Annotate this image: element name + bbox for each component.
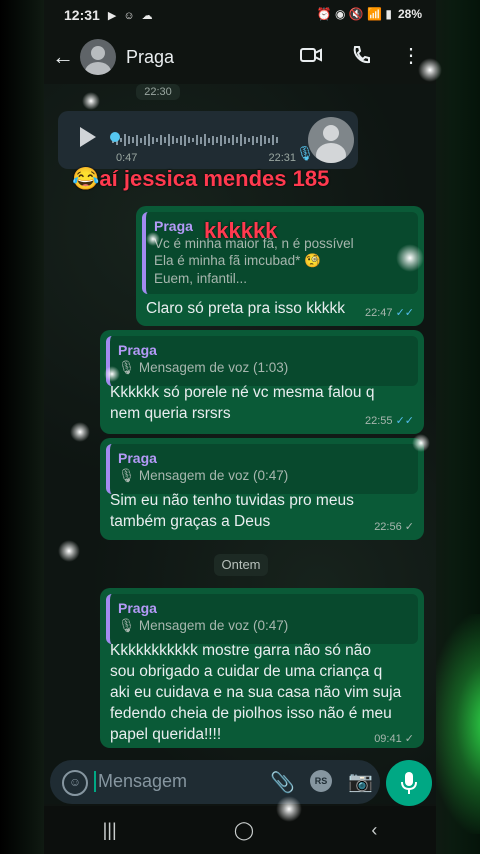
message-meta: 22:47 ✓✓ xyxy=(365,306,414,319)
phone-screen: 12:31 ▶ ☺ ☁ ⏰ ◉ 🔇 📶 ▮ 28% ← Praga ⋮ 22:3… xyxy=(44,0,436,854)
green-glow xyxy=(430,614,480,834)
contact-name[interactable]: Praga xyxy=(126,47,174,68)
text-line: papel querida!!!! xyxy=(110,726,222,743)
message-bubble-4[interactable]: Praga 🎙 Mensagem de voz (0:47) Kkkkkkkkk… xyxy=(100,588,424,748)
overlay-laugh: kkkkkk xyxy=(204,218,278,243)
message-time: 22:56 xyxy=(374,521,402,533)
quoted-message[interactable]: Praga Vc é minha maior fã, n é possível … xyxy=(142,212,418,294)
message-time: 22:55 xyxy=(364,415,393,427)
chat-header: ← Praga ⋮ xyxy=(44,30,436,84)
home-icon[interactable]: ◯ xyxy=(234,820,254,841)
message-text: Kkkkkkkkkkk mostre garra não só não sou … xyxy=(110,640,414,745)
text-line: Kkkkkk só porele né vc mesma falou q xyxy=(110,384,375,401)
message-time: 22:47 xyxy=(364,307,393,319)
back-icon[interactable]: ‹ xyxy=(371,820,377,841)
message-list: 22:30 0:47 22:31 🎙 😂aí jessica mendes 18… xyxy=(44,84,436,754)
time-pill: 22:30 xyxy=(136,84,180,100)
sparkle xyxy=(418,58,442,82)
message-bubble-2[interactable]: Praga 🎙 Mensagem de voz (1:03) Kkkkkk só… xyxy=(100,330,424,434)
quote-author: Praga xyxy=(118,342,157,358)
status-right: ⏰ ◉ 🔇 📶 ▮ 28% xyxy=(317,7,422,21)
voice-record-button[interactable] xyxy=(386,760,432,806)
message-text: Sim eu não tenho tuvidas pro meus também… xyxy=(110,490,414,532)
message-meta: 09:41 ✓ xyxy=(374,732,414,745)
sparkle xyxy=(276,796,302,822)
voice-message[interactable]: 0:47 22:31 🎙 xyxy=(58,111,358,169)
sparkle xyxy=(146,232,160,246)
message-composer: ☺ Mensagem 📎 RS 📷 xyxy=(50,760,380,804)
text-line: Kkkkkkkkkkk mostre garra não só não xyxy=(110,642,372,659)
recents-icon[interactable]: ||| xyxy=(103,820,117,841)
text-line: aki eu cuidava e na sua casa não vim suj… xyxy=(110,684,402,701)
date-separator: Ontem xyxy=(214,554,268,576)
read-ticks-icon: ✓✓ xyxy=(395,415,414,427)
header-actions: ⋮ xyxy=(300,44,422,67)
quoted-message[interactable]: Praga 🎙 Mensagem de voz (1:03) xyxy=(106,336,418,386)
message-meta: 22:56 ✓ xyxy=(374,520,414,533)
quote-line: Euem, infantil... xyxy=(154,271,248,286)
read-ticks-icon: ✓✓ xyxy=(395,307,414,319)
message-bubble-3[interactable]: Praga 🎙 Mensagem de voz (0:47) Sim eu nã… xyxy=(100,438,424,540)
text-line: sou obrigado a cuidar de uma criança q xyxy=(110,663,383,680)
emoji-icon[interactable]: ☺ xyxy=(62,770,88,796)
quote-author: Praga xyxy=(154,218,193,234)
sparkle xyxy=(58,540,80,562)
quote-author: Praga xyxy=(118,450,157,466)
quoted-message[interactable]: Praga 🎙 Mensagem de voz (0:47) xyxy=(106,594,418,644)
voice-time: 22:31 xyxy=(268,152,296,164)
sparkle xyxy=(412,434,430,452)
quoted-message[interactable]: Praga 🎙 Mensagem de voz (0:47) xyxy=(106,444,418,494)
text-line: também graças a Deus xyxy=(110,513,271,530)
system-nav-bar: ||| ◯ ‹ xyxy=(44,806,436,854)
text-line: Sim eu não tenho tuvidas pro meus xyxy=(110,492,354,509)
video-call-icon[interactable] xyxy=(300,44,322,66)
left-frame xyxy=(0,0,44,854)
voice-sender-avatar xyxy=(308,117,354,163)
message-input[interactable]: Mensagem xyxy=(94,771,187,792)
progress-dot[interactable] xyxy=(110,132,120,142)
attach-icon[interactable]: 📎 xyxy=(270,770,295,795)
waveform[interactable] xyxy=(112,133,288,147)
status-time: 12:31 xyxy=(64,7,100,23)
sparkle xyxy=(396,244,424,272)
contact-avatar[interactable] xyxy=(80,39,116,75)
screen: 12:31 ▶ ☺ ☁ ⏰ ◉ 🔇 📶 ▮ 28% ← Praga ⋮ 22:3… xyxy=(0,0,480,854)
mic-icon: 🎙 xyxy=(296,145,314,161)
more-options-icon[interactable]: ⋮ xyxy=(400,44,422,67)
battery-percent: 28% xyxy=(397,7,422,21)
quote-line: 🎙 Mensagem de voz (0:47) xyxy=(118,468,289,483)
sparkle xyxy=(104,366,120,382)
quote-line: Vc é minha maior fã, n é possível xyxy=(154,236,354,251)
quote-line: 🎙 Mensagem de voz (1:03) xyxy=(118,360,289,375)
message-meta: 22:55 ✓✓ xyxy=(365,414,414,427)
camera-icon[interactable]: 📷 xyxy=(348,769,373,794)
message-time: 09:41 xyxy=(374,733,402,745)
sparkle xyxy=(70,422,90,442)
voice-call-icon[interactable] xyxy=(350,44,372,66)
rs-payment-icon[interactable]: RS xyxy=(310,770,332,792)
voice-duration: 0:47 xyxy=(116,152,138,164)
status-bar: 12:31 ▶ ☺ ☁ ⏰ ◉ 🔇 📶 ▮ 28% xyxy=(44,0,436,30)
sent-tick-icon: ✓ xyxy=(404,733,414,745)
sent-tick-icon: ✓ xyxy=(404,521,414,533)
quote-line: Ela é minha fã imcubad* 🧐 xyxy=(154,253,321,268)
message-bubble-1[interactable]: Praga Vc é minha maior fã, n é possível … xyxy=(136,206,424,326)
back-arrow-icon[interactable]: ← xyxy=(52,44,78,70)
overlay-caption: 😂aí jessica mendes 185 xyxy=(72,166,330,191)
sparkle xyxy=(82,92,100,110)
text-line: fedendo cheia de piolhos isso não é meu xyxy=(110,705,392,722)
system-icons: ⏰ ◉ 🔇 📶 ▮ xyxy=(316,7,392,21)
quote-author: Praga xyxy=(118,600,157,616)
notification-icons: ▶ ☺ ☁ xyxy=(107,9,155,22)
play-icon[interactable] xyxy=(80,127,96,147)
quote-line: 🎙 Mensagem de voz (0:47) xyxy=(118,618,289,633)
